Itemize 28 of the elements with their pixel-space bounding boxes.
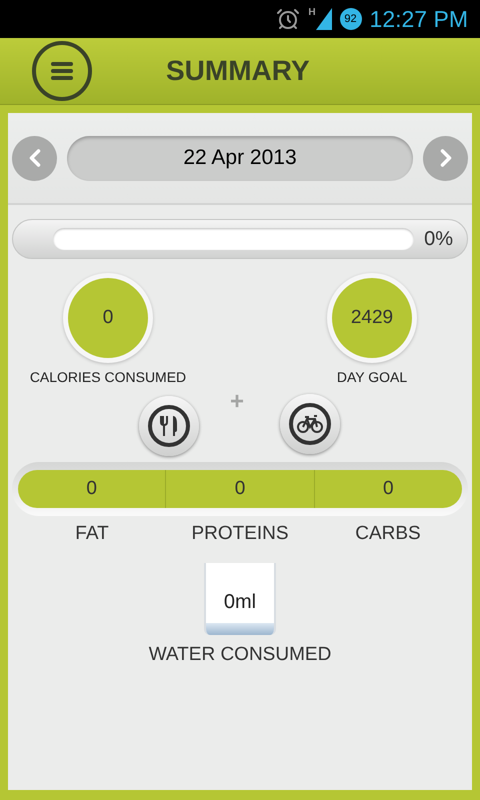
add-exercise-button[interactable]: [280, 394, 340, 454]
progress-percent: 0%: [424, 227, 453, 252]
macro-label: CARBS: [355, 522, 421, 546]
plus-sign: +: [230, 387, 244, 417]
clock: 12:27 PM: [370, 4, 468, 34]
screen-title: SUMMARY: [166, 54, 310, 88]
glass-base: [206, 622, 274, 634]
date-field[interactable]: 22 Apr 2013: [67, 136, 413, 180]
add-food-button[interactable]: [139, 396, 199, 456]
macro-label: FAT: [75, 522, 109, 546]
macro-value: 0: [234, 476, 246, 501]
water-glass[interactable]: 0ml: [204, 562, 276, 634]
menu-icon: [51, 62, 73, 80]
water-amount: 0ml: [222, 590, 258, 614]
stat-value: 2429: [350, 306, 394, 330]
stat-label: CALORIES CONSUMED: [30, 368, 186, 387]
macro-value: 0: [86, 476, 97, 501]
network-type: H: [308, 8, 316, 18]
stat-label: DAY GOAL: [336, 368, 408, 387]
macro-value: 0: [383, 476, 394, 501]
signal-icon: [316, 8, 332, 30]
alarm-icon: [276, 7, 300, 31]
menu-button[interactable]: [32, 41, 92, 101]
macro-label: PROTEINS: [191, 522, 289, 546]
stat-value: 0: [102, 306, 114, 330]
bicycle-icon: [288, 402, 332, 446]
water-label: WATER CONSUMED: [148, 642, 332, 666]
battery-badge: 92: [340, 8, 362, 30]
